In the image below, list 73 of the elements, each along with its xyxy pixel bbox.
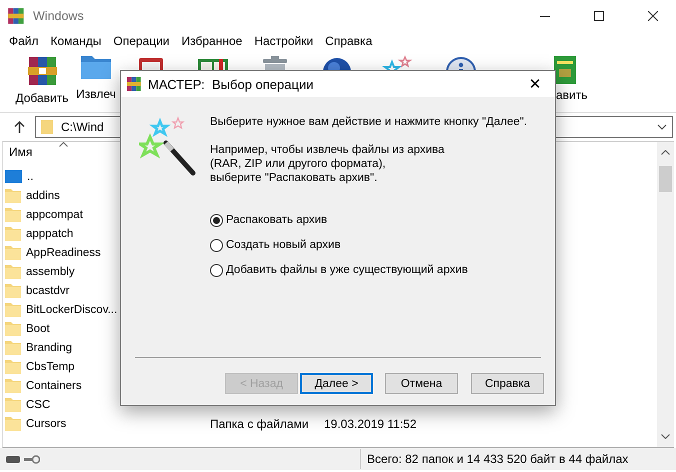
close-button[interactable]: ✕ — [515, 71, 555, 97]
file-name[interactable]: assembly — [26, 266, 75, 278]
app-icon — [126, 76, 142, 92]
file-name[interactable]: apppatch — [26, 228, 74, 240]
menu-item[interactable]: Справка — [319, 32, 378, 52]
file-name[interactable]: CSC — [26, 398, 50, 410]
radio-button[interactable] — [210, 214, 223, 226]
toolbar-button[interactable]: авить — [556, 52, 588, 102]
folder-icon — [40, 119, 54, 135]
file-name[interactable]: appcompat — [26, 208, 83, 220]
app-icon — [7, 7, 25, 25]
folder-icon — [5, 208, 21, 222]
file-name[interactable]: Containers — [26, 380, 82, 392]
menu-item[interactable]: Операции — [107, 32, 176, 52]
drive-icon — [6, 456, 20, 462]
option-label[interactable]: Распаковать архив — [226, 214, 328, 226]
file-name[interactable]: bcastdvr — [26, 284, 70, 296]
toolbar-button[interactable]: Добавить — [12, 52, 72, 105]
folder-icon — [5, 226, 21, 240]
scroll-thumb[interactable] — [659, 166, 672, 192]
maximize-icon — [594, 11, 604, 21]
radio-button[interactable] — [210, 238, 223, 252]
folder-icon — [5, 378, 21, 392]
folder-icon — [5, 264, 21, 278]
option-label[interactable]: Создать новый архив — [226, 239, 341, 251]
radio-button[interactable] — [210, 264, 223, 276]
folder-icon — [5, 340, 21, 354]
chevron-down-icon[interactable] — [657, 124, 667, 130]
toolbar-button[interactable]: Извлеч — [72, 52, 120, 101]
folder-icon — [5, 246, 21, 260]
up-arrow-icon[interactable] — [14, 121, 25, 133]
close-icon — [648, 11, 658, 21]
scroll-up-icon[interactable] — [661, 150, 670, 155]
file-type: Папка с файлами — [210, 416, 309, 430]
file-name[interactable]: .. — [27, 170, 34, 182]
dialog-title: МАСТЕР: Выбор операции — [148, 76, 314, 92]
menu-item[interactable]: Настройки — [248, 32, 320, 52]
scrollbar[interactable] — [657, 142, 674, 447]
folder-icon — [5, 188, 21, 202]
status-text: Всего: 82 папок и 14 433 520 байт в 44 файлах — [366, 452, 628, 466]
info-icon[interactable] — [444, 55, 478, 70]
wizard-button[interactable]: Отмена — [385, 373, 458, 394]
folder-up-icon — [5, 170, 22, 183]
folder-icon — [5, 360, 21, 374]
menu-item[interactable]: Команды — [44, 32, 108, 52]
option-label[interactable]: Добавить файлы в уже существующий архив — [226, 264, 468, 276]
file-name[interactable]: BitLockerDiscov... — [26, 304, 118, 316]
instruction-text: Выберите нужное вам действие и нажмите кнопку "Далее". — [210, 115, 528, 129]
wizard-button[interactable]: Далее > — [300, 373, 373, 394]
file-name[interactable]: Branding — [26, 342, 72, 354]
key-icon — [24, 454, 40, 464]
window-title: Windows — [33, 9, 85, 23]
folder-icon — [5, 302, 21, 316]
scroll-down-icon[interactable] — [661, 434, 670, 439]
folder-icon — [5, 398, 21, 412]
menu-item[interactable]: Файл — [3, 32, 45, 52]
menu-item[interactable]: Избранное — [176, 32, 248, 52]
books-icon — [25, 54, 59, 88]
column-header[interactable]: Имя — [9, 145, 32, 159]
file-name[interactable]: AppReadiness — [26, 246, 101, 258]
file-name[interactable]: Boot — [26, 322, 50, 334]
file-name[interactable]: CbsTemp — [26, 360, 75, 372]
example-text: Например, чтобы извлечь файлы из архива (RAR, ZIP или другого формата), выберите "Распаковать архив". — [210, 143, 446, 185]
folder-icon — [5, 416, 21, 430]
sort-ascending-icon — [59, 142, 68, 147]
magic-wand-icon — [139, 115, 197, 177]
file-date: 19.03.2019 11:52 — [324, 416, 417, 430]
wizard-button[interactable]: Справка — [471, 373, 544, 394]
book-icon — [554, 55, 576, 85]
file-name[interactable]: Cursors — [26, 418, 66, 430]
file-name[interactable]: addins — [26, 190, 60, 202]
folder-icon — [5, 284, 21, 298]
folder-icon — [5, 322, 21, 336]
